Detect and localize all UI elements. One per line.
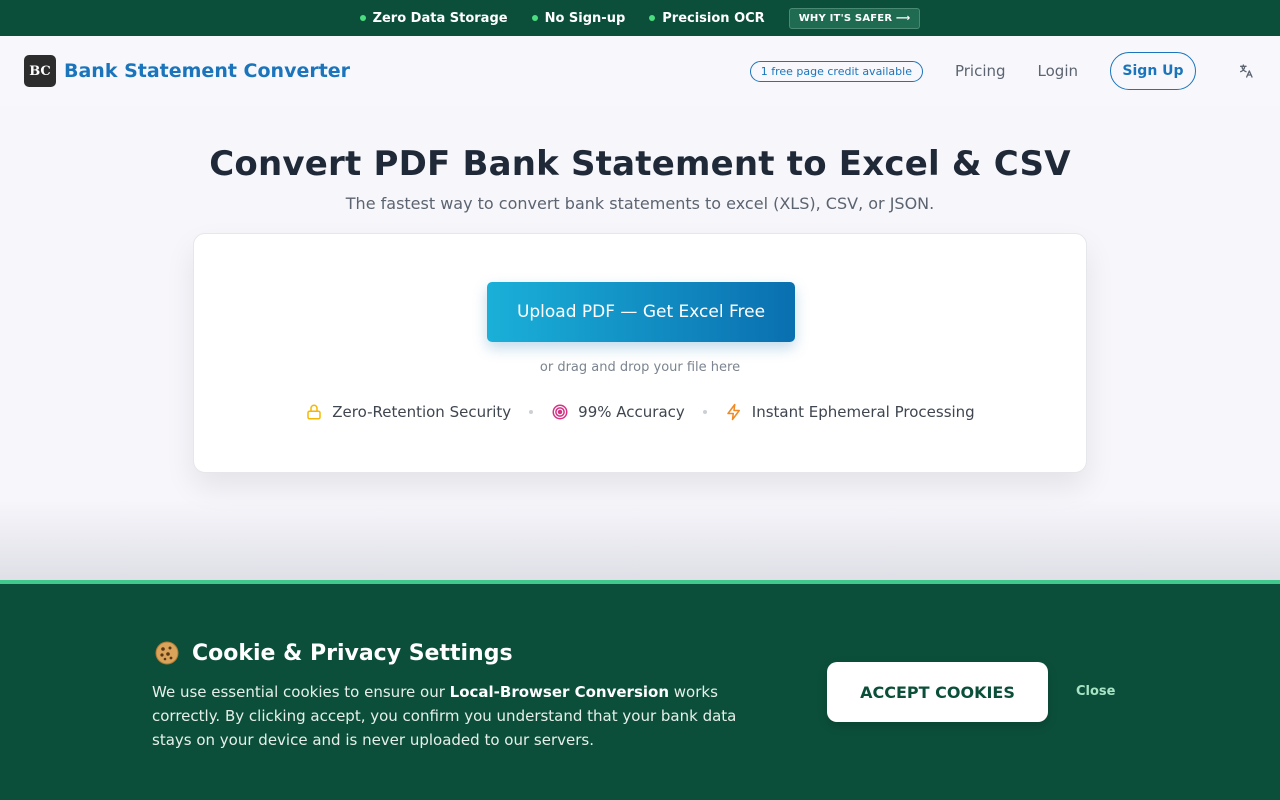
feature-label: Instant Ephemeral Processing — [751, 403, 975, 421]
banner-item-ocr: Precision OCR — [649, 10, 765, 26]
cookie-text-bold: Local-Browser Conversion — [449, 683, 670, 701]
signup-button[interactable]: Sign Up — [1110, 52, 1196, 90]
banner-item-signup: No Sign-up — [531, 10, 626, 26]
feature-label: 99% Accuracy — [578, 403, 685, 421]
separator-dot — [529, 410, 534, 414]
nav-pricing-link[interactable]: Pricing — [955, 62, 1006, 80]
feature-list: Zero-Retention Security 99% Accuracy Ins… — [194, 403, 1086, 421]
top-banner: Zero Data Storage No Sign-up Precision O… — [0, 0, 1280, 36]
target-icon — [552, 404, 568, 420]
page-title: Convert PDF Bank Statement to Excel & CS… — [209, 144, 1071, 184]
banner-item-label: No Sign-up — [544, 10, 626, 26]
close-cookie-button[interactable]: Close — [1076, 684, 1115, 699]
feature-security: Zero-Retention Security — [305, 403, 511, 421]
nav: 1 free page credit available Pricing Log… — [749, 52, 1256, 90]
cookie-title-label: Cookie & Privacy Settings — [192, 640, 513, 666]
credit-badge: 1 free page credit available — [749, 60, 923, 82]
cookie-banner: Cookie & Privacy Settings We use essenti… — [0, 580, 1280, 800]
nav-login-link[interactable]: Login — [1038, 62, 1078, 80]
lightning-icon — [727, 403, 740, 421]
cookie-text-before: We use essential cookies to ensure our — [152, 683, 450, 701]
lock-icon — [307, 404, 322, 420]
feature-processing: Instant Ephemeral Processing — [725, 403, 975, 421]
cookie-title: Cookie & Privacy Settings — [154, 640, 513, 666]
bullet-dot-icon — [531, 15, 538, 21]
feature-accuracy: 99% Accuracy — [551, 403, 685, 421]
why-safer-button[interactable]: WHY IT'S SAFER ⟶ — [788, 7, 921, 29]
upload-card[interactable]: Upload PDF — Get Excel Free or drag and … — [193, 233, 1087, 473]
cookie-description: We use essential cookies to ensure our L… — [152, 680, 776, 752]
translate-icon[interactable] — [1236, 61, 1256, 81]
logo-mark: BC — [24, 55, 56, 87]
upload-pdf-button[interactable]: Upload PDF — Get Excel Free — [487, 282, 795, 342]
bullet-dot-icon — [649, 15, 656, 21]
content-fade — [0, 500, 1280, 582]
accept-cookies-button[interactable]: ACCEPT COOKIES — [827, 662, 1048, 722]
page-subtitle: The fastest way to convert bank statemen… — [345, 194, 935, 213]
separator-dot — [702, 410, 707, 414]
hero: Convert PDF Bank Statement to Excel & CS… — [0, 144, 1280, 213]
drag-drop-hint: or drag and drop your file here — [539, 360, 741, 375]
logo-text: Bank Statement Converter — [64, 60, 351, 82]
site-header: BC Bank Statement Converter 1 free page … — [0, 36, 1280, 106]
logo[interactable]: BC Bank Statement Converter — [24, 55, 350, 87]
banner-item-label: Precision OCR — [662, 10, 765, 26]
feature-label: Zero-Retention Security — [332, 403, 512, 421]
bullet-dot-icon — [359, 15, 366, 21]
banner-item-label: Zero Data Storage — [372, 10, 508, 26]
cookie-icon — [155, 641, 179, 665]
banner-item-storage: Zero Data Storage — [359, 10, 508, 26]
